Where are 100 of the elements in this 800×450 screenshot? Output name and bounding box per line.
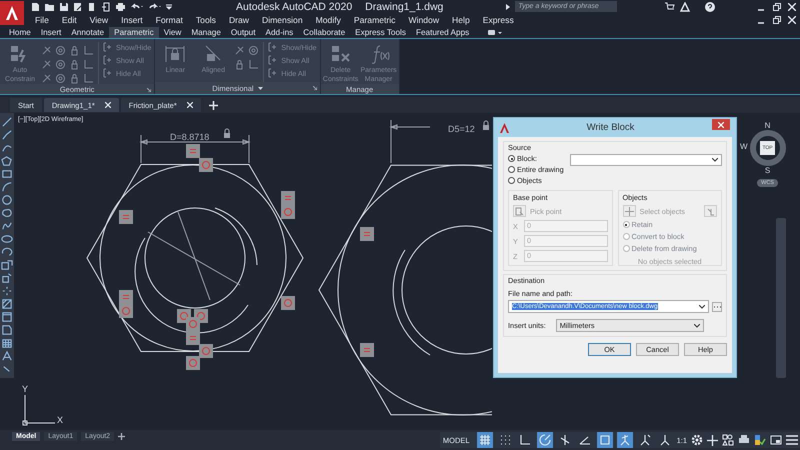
spline-icon[interactable] bbox=[1, 220, 13, 232]
menu-item[interactable]: Draw bbox=[228, 15, 249, 25]
launcher-arrow-icon[interactable] bbox=[312, 86, 317, 90]
settings-icon[interactable] bbox=[691, 434, 703, 446]
rectangle-icon[interactable] bbox=[1, 168, 13, 180]
menu-item[interactable]: Format bbox=[156, 15, 183, 25]
constraint-icon[interactable] bbox=[83, 59, 94, 70]
ribbon-tab[interactable]: Parametric bbox=[109, 27, 159, 38]
menu-item[interactable]: Parametric bbox=[354, 15, 396, 25]
hardware-icon[interactable] bbox=[754, 434, 766, 446]
circle-icon[interactable] bbox=[1, 194, 13, 206]
constraint-icon[interactable] bbox=[41, 45, 52, 56]
constraint-marker[interactable] bbox=[360, 343, 374, 357]
constraint-icon[interactable] bbox=[234, 45, 246, 56]
constraint-icon[interactable] bbox=[41, 59, 52, 70]
customize-caret-icon[interactable] bbox=[166, 4, 172, 10]
open-folder-icon[interactable] bbox=[44, 2, 55, 12]
browse-button[interactable] bbox=[712, 302, 722, 312]
share-icon[interactable] bbox=[101, 2, 111, 12]
constraint-marker[interactable] bbox=[199, 344, 213, 358]
cloud-icon[interactable] bbox=[1, 207, 13, 219]
ribbon-tab[interactable]: Insert bbox=[36, 27, 66, 38]
caret-down-icon[interactable] bbox=[258, 86, 263, 90]
menu-item[interactable]: Tools bbox=[196, 15, 216, 25]
menu-item[interactable]: Modify bbox=[316, 15, 341, 25]
ellipse-arc-icon[interactable] bbox=[1, 246, 13, 258]
close-icon[interactable] bbox=[104, 102, 111, 108]
constraint-marker[interactable] bbox=[119, 210, 133, 224]
triangle-icon[interactable] bbox=[680, 2, 692, 12]
compass-label[interactable]: S bbox=[764, 166, 770, 175]
constraint-icon[interactable] bbox=[234, 59, 246, 70]
constraint-icon[interactable] bbox=[41, 73, 52, 84]
restore-icon[interactable] bbox=[773, 16, 781, 24]
panel-toggle-icon[interactable] bbox=[488, 30, 502, 36]
menu-icon[interactable] bbox=[786, 435, 798, 445]
constraint-marker[interactable] bbox=[186, 317, 200, 331]
menu-item[interactable]: View bbox=[90, 15, 108, 25]
constraint-icon[interactable] bbox=[69, 45, 80, 56]
polyline-icon[interactable] bbox=[1, 129, 13, 141]
close-icon[interactable] bbox=[788, 16, 796, 24]
menu-item[interactable]: Edit bbox=[62, 15, 77, 25]
constraint-icon[interactable] bbox=[55, 45, 66, 56]
ribbon-tab[interactable]: Annotate bbox=[66, 27, 110, 38]
print-icon[interactable] bbox=[115, 2, 126, 12]
menu-item[interactable]: Help bbox=[452, 15, 470, 25]
ribbon-tab[interactable]: Collaborate bbox=[298, 27, 350, 38]
ribbon-tab[interactable]: Output bbox=[226, 27, 260, 38]
constraint-icon[interactable] bbox=[55, 73, 66, 84]
document-icon[interactable] bbox=[87, 2, 97, 12]
constraint-icon[interactable] bbox=[248, 45, 260, 56]
plus-icon[interactable] bbox=[707, 434, 718, 446]
status-toggle-icon[interactable] bbox=[536, 432, 553, 448]
constraint-icon[interactable] bbox=[248, 59, 260, 70]
polygon-icon[interactable] bbox=[1, 155, 13, 167]
restore-icon[interactable] bbox=[773, 2, 781, 10]
help-icon[interactable] bbox=[705, 2, 715, 12]
gradient-icon[interactable] bbox=[1, 311, 13, 323]
hatch-icon[interactable] bbox=[1, 298, 13, 310]
compass-label[interactable]: W bbox=[740, 142, 748, 151]
table-icon[interactable] bbox=[1, 337, 13, 349]
constraint-icon[interactable] bbox=[69, 73, 80, 84]
ribbon-tab[interactable]: View bbox=[158, 27, 186, 38]
status-toggle-icon[interactable] bbox=[596, 432, 613, 448]
menu-item[interactable]: Window bbox=[408, 15, 440, 25]
constraint-marker[interactable] bbox=[186, 144, 200, 158]
ribbon-tab[interactable]: Add-ins bbox=[260, 27, 298, 38]
block-insert-icon[interactable] bbox=[1, 259, 13, 271]
region-icon[interactable] bbox=[1, 324, 13, 336]
expand-arrow-icon[interactable] bbox=[506, 4, 510, 10]
arc-icon[interactable] bbox=[1, 181, 13, 193]
constraint-icon[interactable] bbox=[69, 59, 80, 70]
constraint-icon[interactable] bbox=[83, 73, 94, 84]
constraint-marker[interactable] bbox=[199, 158, 213, 172]
compass-label[interactable]: N bbox=[764, 121, 770, 130]
menu-item[interactable]: Express bbox=[482, 15, 514, 25]
ribbon-tab[interactable]: Featured Apps bbox=[410, 27, 474, 38]
point-icon[interactable] bbox=[1, 285, 13, 297]
ribbon-tab[interactable]: Home bbox=[4, 27, 36, 38]
text-tool-icon[interactable] bbox=[1, 350, 13, 362]
constraint-icon[interactable] bbox=[55, 59, 66, 70]
close-icon[interactable] bbox=[788, 2, 796, 10]
status-toggle-icon[interactable] bbox=[616, 432, 633, 448]
add-tab-icon[interactable] bbox=[118, 432, 126, 440]
app-logo-icon[interactable] bbox=[0, 1, 24, 25]
menu-item[interactable]: Dimension bbox=[262, 15, 303, 25]
save-as-icon[interactable] bbox=[73, 2, 83, 12]
close-button[interactable] bbox=[712, 119, 730, 130]
constraint-marker[interactable] bbox=[119, 304, 133, 318]
menu-item[interactable]: File bbox=[35, 15, 49, 25]
clean-screen-icon[interactable] bbox=[770, 434, 782, 446]
launcher-arrow-icon[interactable] bbox=[147, 88, 152, 92]
close-icon[interactable] bbox=[186, 102, 193, 108]
ribbon-tab[interactable]: Manage bbox=[186, 27, 226, 38]
save-icon[interactable] bbox=[59, 2, 69, 12]
cart-icon[interactable] bbox=[665, 2, 675, 12]
menu-item[interactable]: Insert bbox=[121, 15, 143, 25]
status-toggle-icon[interactable] bbox=[476, 432, 493, 448]
constraint-icon[interactable] bbox=[83, 45, 94, 56]
units-icon[interactable] bbox=[722, 434, 734, 446]
constraint-marker[interactable] bbox=[281, 205, 295, 219]
